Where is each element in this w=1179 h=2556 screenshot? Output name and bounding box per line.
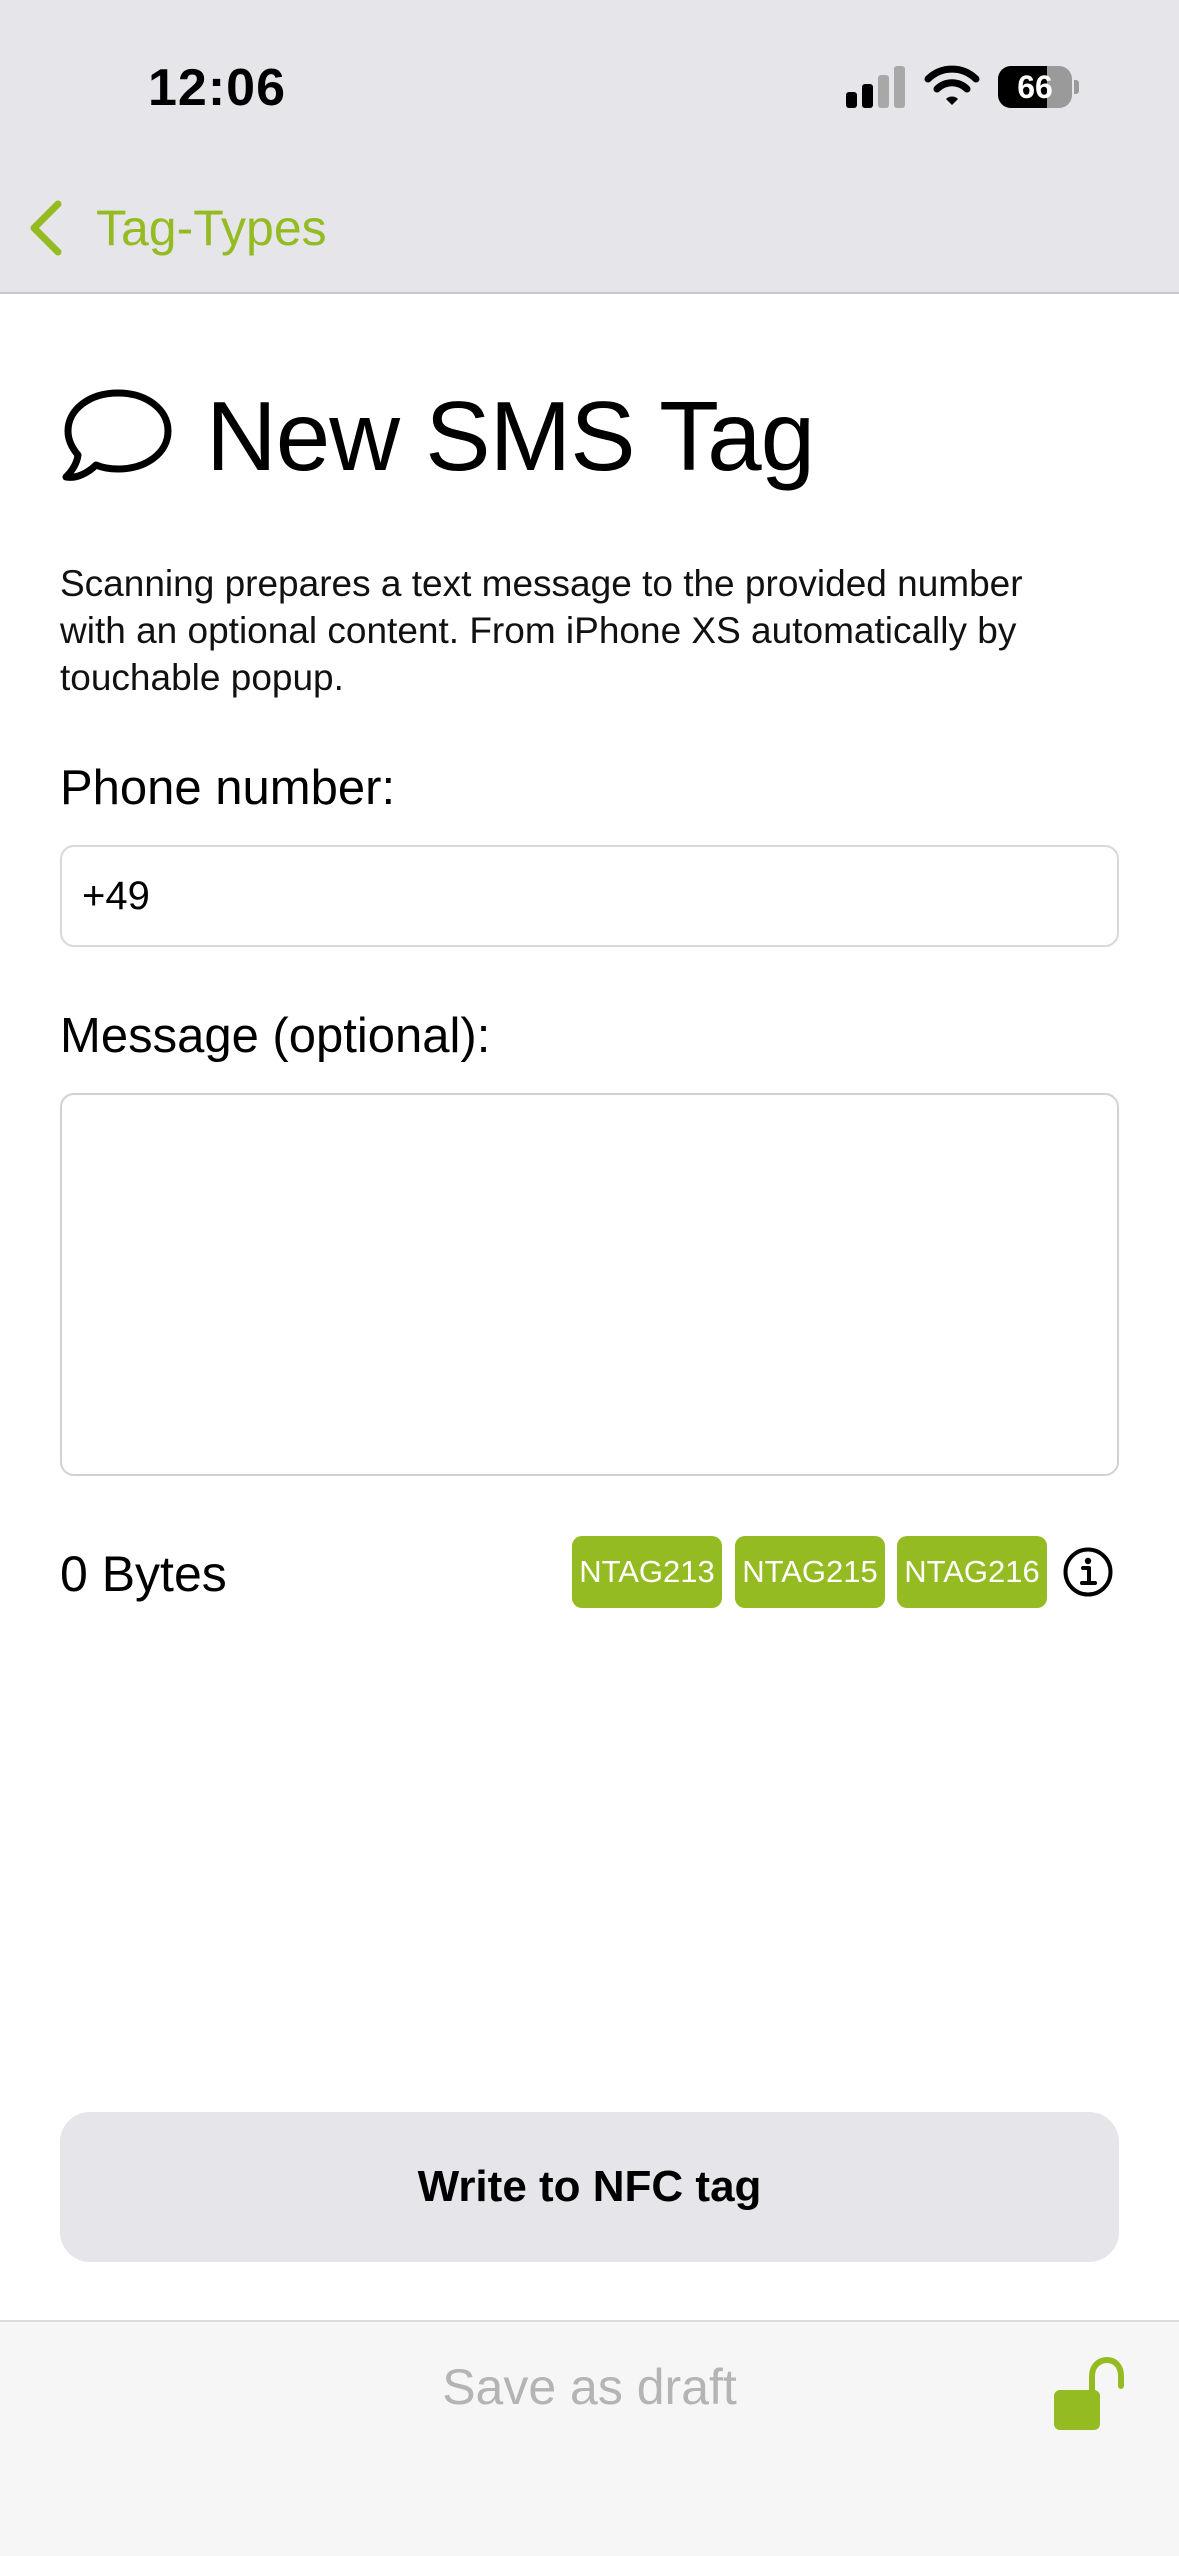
message-textarea[interactable]: [60, 1093, 1119, 1476]
phone-number-label: Phone number:: [60, 761, 396, 815]
phone-number-input[interactable]: [60, 845, 1119, 947]
tag-type-chip: NTAG215: [735, 1536, 885, 1608]
description: Scanning prepares a text message to the …: [60, 563, 1023, 698]
signal-bar: [878, 75, 889, 108]
byte-count: 0 Bytes: [60, 1546, 227, 1602]
signal-bar: [862, 84, 873, 108]
signal-strength-icon: [846, 64, 906, 108]
chevron-left-icon: [30, 200, 62, 256]
title-row: New SMS Tag: [60, 380, 815, 493]
write-nfc-tag-button[interactable]: Write to NFC tag: [60, 2112, 1119, 2262]
wifi-icon: [924, 65, 980, 105]
message-label: Message (optional):: [60, 1009, 491, 1063]
tag-type-chip: NTAG213: [572, 1536, 722, 1608]
battery-percent: 66: [1017, 69, 1053, 105]
tag-type-chip: NTAG216: [897, 1536, 1047, 1608]
speech-bubble-icon: [62, 389, 172, 481]
info-icon[interactable]: [1062, 1546, 1114, 1598]
signal-bar: [894, 66, 905, 108]
back-button[interactable]: Tag-Types: [26, 196, 327, 260]
back-label: Tag-Types: [96, 200, 327, 256]
battery-icon: 66: [998, 66, 1079, 108]
unlocked-padlock-icon[interactable]: [1050, 2354, 1124, 2436]
bottom-toolbar: Save as draft: [0, 2320, 1179, 2556]
save-as-draft-button[interactable]: Save as draft: [0, 2358, 1179, 2416]
battery-nub: [1074, 80, 1079, 94]
signal-bar: [846, 92, 857, 108]
header: 12:06 66 Tag-Types: [0, 0, 1179, 294]
status-time: 12:06: [148, 59, 286, 117]
page-title: New SMS Tag: [206, 381, 815, 491]
